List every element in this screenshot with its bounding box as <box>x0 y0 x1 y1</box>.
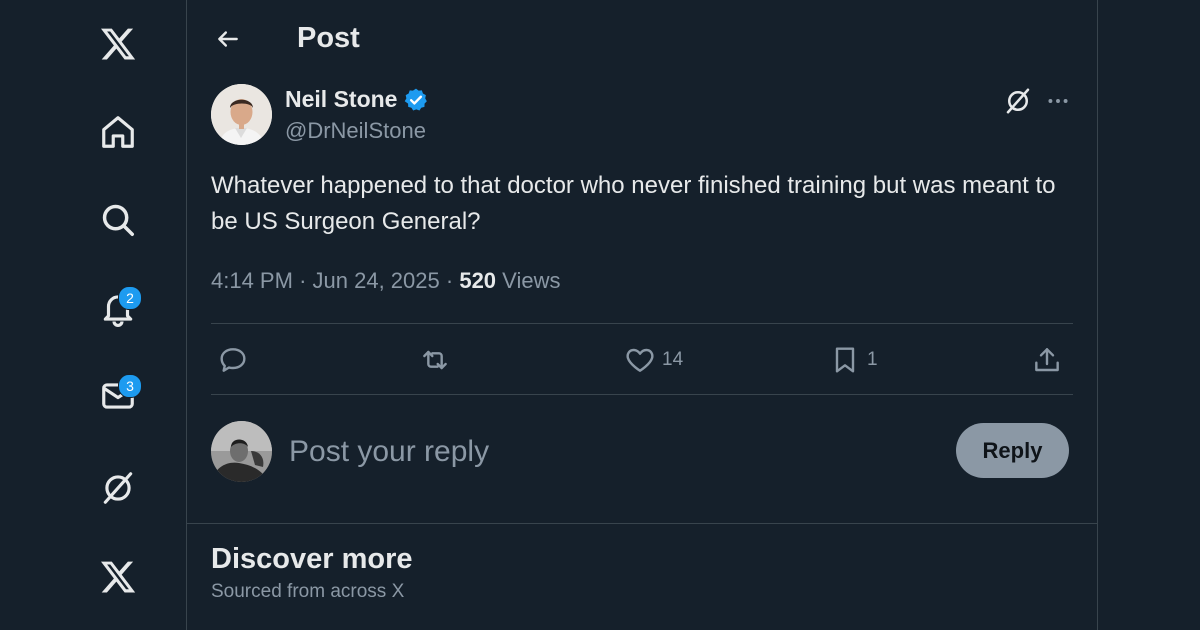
like-count: 14 <box>662 349 684 370</box>
verified-badge-icon <box>405 88 428 111</box>
heart-icon <box>626 348 654 372</box>
author-name-text: Neil Stone <box>285 86 398 112</box>
page-title: Post <box>297 22 360 54</box>
current-user-avatar[interactable] <box>211 421 272 482</box>
meta-separator-2: · <box>445 268 460 293</box>
divider-bottom <box>211 394 1073 395</box>
views-label: Views <box>502 268 561 293</box>
views-count: 520 <box>459 268 497 293</box>
back-button[interactable] <box>211 22 245 56</box>
more-dots-icon <box>1048 99 1068 103</box>
home-icon[interactable] <box>94 108 142 156</box>
comment-icon <box>220 348 246 372</box>
author-handle[interactable]: @DrNeilStone <box>285 118 426 144</box>
post-header: Post <box>187 0 1097 80</box>
reply-button[interactable]: Reply <box>956 423 1069 478</box>
post-meta: 4:14 PM · Jun 24, 2025 · 520 Views <box>211 268 560 294</box>
author-avatar[interactable] <box>211 84 272 145</box>
main-column: Post Neil Stone @DrNeilStone Whatever ha… <box>186 0 1098 630</box>
grok-icon[interactable] <box>94 464 142 512</box>
x-premium-icon[interactable] <box>94 553 142 601</box>
x-logo-icon[interactable] <box>94 20 142 68</box>
home-svg <box>102 116 134 148</box>
search-icon[interactable] <box>94 196 142 244</box>
meta-separator-1: · <box>299 268 313 293</box>
search-svg <box>102 204 134 236</box>
share-icon <box>1035 348 1059 372</box>
repost-action-button[interactable] <box>419 342 451 378</box>
discover-subtitle: Sourced from across X <box>211 581 405 602</box>
bookmark-action-button[interactable]: 1 <box>829 342 878 378</box>
notifications-badge: 2 <box>118 286 142 310</box>
repost-icon <box>423 350 447 370</box>
grok-explain-button[interactable] <box>1003 86 1033 116</box>
share-action-button[interactable] <box>1031 342 1063 378</box>
messages-badge: 3 <box>118 374 142 398</box>
grok-small-icon <box>1006 88 1030 114</box>
back-arrow-icon <box>218 31 238 47</box>
discover-title: Discover more <box>211 543 413 575</box>
sidebar-nav: 2 3 <box>0 0 186 630</box>
post-text: Whatever happened to that doctor who nev… <box>211 172 1056 235</box>
divider-top <box>211 323 1073 324</box>
notifications-icon[interactable]: 2 <box>94 284 142 332</box>
grok-svg <box>103 472 133 504</box>
bookmark-count: 1 <box>867 349 878 370</box>
like-action-button[interactable]: 14 <box>624 342 683 378</box>
author-name[interactable]: Neil Stone <box>285 86 429 113</box>
section-divider <box>187 523 1097 524</box>
post-date[interactable]: Jun 24, 2025 <box>313 268 440 293</box>
post-time[interactable]: 4:14 PM <box>211 268 293 293</box>
more-options-button[interactable] <box>1043 86 1073 116</box>
reply-action-button[interactable] <box>217 342 249 378</box>
reply-input[interactable] <box>287 428 931 476</box>
x-premium-svg <box>100 561 136 593</box>
current-user-avatar-image <box>211 421 272 482</box>
x-logo-svg <box>100 28 136 60</box>
messages-icon[interactable]: 3 <box>94 372 142 420</box>
bookmark-icon <box>835 347 855 373</box>
author-avatar-image <box>211 84 272 145</box>
